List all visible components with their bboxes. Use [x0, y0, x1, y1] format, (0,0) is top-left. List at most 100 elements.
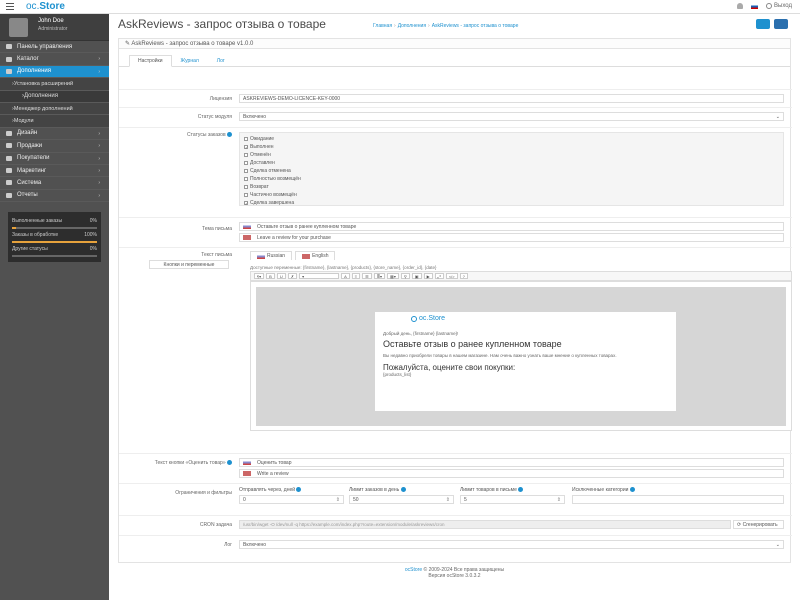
sidebar-item-11[interactable]: Система › [0, 177, 109, 190]
font-select[interactable]: ▾ [299, 273, 340, 279]
help-button[interactable]: ? [459, 273, 468, 279]
tab-journal[interactable]: Журнал [172, 55, 208, 67]
code-view-button[interactable]: </> [445, 273, 458, 279]
orders-limit-input[interactable]: 50 ⇕ [349, 495, 454, 504]
checkbox[interactable] [244, 161, 248, 165]
settings-panel: ✎ AskReviews - запрос отзыва о товаре v1… [118, 38, 792, 563]
flag-ru-icon [243, 224, 251, 229]
email-subheading: Пожалуйста, оцените свои покупки: [383, 362, 516, 372]
chevron-right-icon: › [98, 56, 100, 63]
table-button[interactable]: ▦▾ [387, 273, 399, 279]
order-status-option[interactable]: Отменён [244, 151, 779, 159]
order-status-option[interactable]: Ожидание [244, 135, 779, 143]
order-status-option[interactable]: Полностью возмещён [244, 175, 779, 183]
order-status-option[interactable]: Частично возмещён [244, 191, 779, 199]
align-button[interactable]: ≣▾ [373, 273, 386, 279]
style-button[interactable]: ¶▾ [254, 273, 265, 279]
sidebar-item-3[interactable]: › Установка расширений [0, 78, 109, 91]
subject-en-input[interactable]: Leave a review for your purchase [239, 233, 784, 242]
chevron-right-icon: › [98, 167, 100, 174]
checkbox[interactable] [244, 177, 248, 181]
chevron-right-icon: › [98, 155, 100, 162]
sidebar-item-10[interactable]: Маркетинг › [0, 165, 109, 178]
breadcrumb-module[interactable]: AskReviews - запрос отзыва о товаре [432, 23, 519, 29]
editor-canvas[interactable]: oc.Store Добрый день, {firstname} {lastn… [250, 281, 792, 431]
clear-format-button[interactable]: ✗ [287, 273, 298, 279]
order-status-row: Статусы заказов Ожидание ✓ Выполнен Отменён… [119, 127, 792, 217]
status-select[interactable]: Включено ⌄ [239, 112, 784, 121]
underline-button[interactable]: U [276, 273, 286, 279]
excluded-categories-input[interactable] [572, 495, 784, 504]
font-color-button[interactable]: A [341, 273, 350, 279]
back-button[interactable] [774, 19, 788, 29]
sidebar: John Doe Administrator Панель управления… [0, 14, 109, 600]
sidebar-item-5[interactable]: › Менеджер дополнений [0, 102, 109, 116]
tab-settings[interactable]: Настройки [129, 55, 172, 67]
checkbox[interactable] [244, 153, 248, 157]
checkbox[interactable] [244, 169, 248, 173]
breadcrumb-extensions[interactable]: Дополнения [398, 23, 426, 29]
language-flag[interactable] [751, 3, 759, 9]
chevron-right-icon: › [98, 130, 100, 137]
sidebar-item-6[interactable]: › Модули [0, 115, 109, 128]
products-limit-input[interactable]: 5 ⇕ [460, 495, 565, 504]
generate-cron-button[interactable]: ⟳ Сгенерировать [733, 520, 784, 529]
checkbox[interactable] [244, 193, 248, 197]
sidebar-item-7[interactable]: Дизайн › [0, 128, 109, 141]
log-select[interactable]: Включено ⌄ [239, 540, 784, 549]
tab-log[interactable]: Лог [208, 55, 234, 67]
order-status-option[interactable]: ✓ Выполнен [244, 143, 779, 151]
order-status-option[interactable]: Доставлен [244, 159, 779, 167]
video-button[interactable]: ▶ [423, 273, 433, 279]
chevron-right-icon: › [98, 143, 100, 150]
image-button[interactable]: ▣ [411, 273, 422, 279]
checkbox[interactable] [244, 137, 248, 141]
breadcrumb-home[interactable]: Главная [373, 23, 392, 29]
link-button[interactable]: ⚲ [400, 273, 410, 279]
logo[interactable]: oc.Store [26, 1, 65, 12]
checkbox[interactable]: ✓ [244, 201, 248, 206]
footer-link[interactable]: ocStore [405, 567, 422, 573]
logout-button[interactable]: Выход [766, 3, 792, 9]
sidebar-item-12[interactable]: Отчеты › [0, 190, 109, 203]
ordered-list-button[interactable]: ☰ [362, 273, 372, 279]
bold-button[interactable]: B [266, 273, 275, 279]
tab-lang-ru[interactable]: Russian [250, 251, 293, 260]
button-ru-input[interactable]: Оценить товар [239, 458, 784, 467]
sidebar-item-label: Панель управления [17, 43, 73, 50]
subject-ru-input[interactable]: Оставьте отзыв о ранее купленном товаре [239, 222, 784, 231]
list-button[interactable]: ≡ [351, 273, 361, 279]
menu-icon [6, 192, 12, 198]
order-status-option[interactable]: Возврат [244, 183, 779, 191]
licence-input[interactable]: ASKREVIEWS-DEMO-LICENCE-KEY-0000 [239, 94, 784, 103]
variables-button[interactable]: Кнопки и переменные [149, 260, 229, 269]
user-role: Administrator [38, 26, 68, 32]
order-status-option[interactable]: ✓ Сделка завершена [244, 199, 779, 207]
checkbox[interactable]: ✓ [244, 145, 248, 150]
checkbox[interactable] [244, 185, 248, 189]
order-status-option[interactable]: Сделка отменена [244, 167, 779, 175]
sidebar-item-2[interactable]: Дополнения › [0, 65, 109, 79]
spinner-icon: ⇕ [335, 497, 340, 503]
user-profile[interactable]: John Doe Administrator [0, 14, 109, 41]
chevron-right-icon: › [98, 192, 100, 199]
delay-days-input[interactable]: 0 ⇕ [239, 495, 344, 504]
save-button[interactable] [756, 19, 770, 29]
sidebar-item-9[interactable]: Покупатели › [0, 153, 109, 165]
sidebar-item-label: Маркетинг [17, 167, 47, 174]
button-text-row: Текст кнопки «Оценить товар» Оценить тов… [119, 453, 792, 483]
button-en-input[interactable]: Write a review [239, 469, 784, 478]
notifications-button[interactable] [737, 3, 744, 9]
sidebar-item-1[interactable]: Каталог › [0, 53, 109, 66]
fullscreen-button[interactable]: ⤢ [434, 273, 444, 279]
sidebar-item-0[interactable]: Панель управления [0, 41, 109, 54]
sidebar-item-8[interactable]: Продажи › [0, 140, 109, 153]
subject-row: Тема письма Оставьте отзыв о ранее купле… [119, 217, 792, 247]
sidebar-item-4[interactable]: › Дополнения [0, 90, 109, 103]
tab-lang-en[interactable]: English [295, 251, 336, 260]
menu-icon [6, 56, 12, 62]
menu-toggle-icon[interactable] [6, 3, 14, 10]
bell-icon [737, 3, 744, 9]
cron-input[interactable]: /usr/bin/wget -O /dev/null -q https://ex… [239, 520, 731, 529]
body-row: Текст письма Кнопки и переменные Russian… [119, 247, 792, 453]
